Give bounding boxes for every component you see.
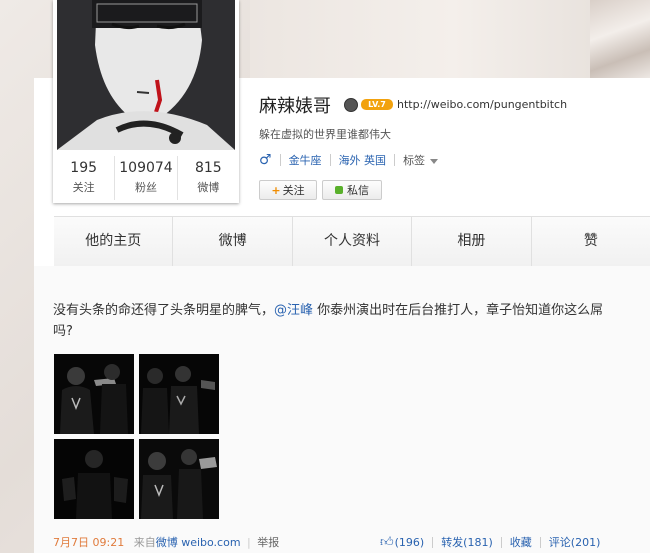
mention-link[interactable]: @汪峰 xyxy=(274,303,313,318)
message-icon xyxy=(335,186,343,194)
tab-profile-info[interactable]: 个人资料 xyxy=(292,217,413,266)
divider xyxy=(279,154,281,166)
profile-url-link[interactable]: http://weibo.com/pungentbitch xyxy=(397,98,567,111)
tags-label: 标签 xyxy=(403,154,426,167)
divider xyxy=(432,536,434,548)
verified-icon[interactable] xyxy=(344,98,358,112)
tags-dropdown[interactable]: 标签 xyxy=(403,152,439,168)
plus-icon: + xyxy=(271,183,281,197)
profile-name: 麻辣婊哥 xyxy=(259,96,331,117)
source-link[interactable]: 微博 weibo.com xyxy=(156,536,241,549)
male-icon: ♂ xyxy=(259,152,272,168)
post-text: 没有头条的命还得了头条明星的脾气，@汪峰 你泰州演出时在后台推打人，章子怡知道你… xyxy=(53,300,623,342)
post-actions: 👍︎(196) 转发(181) 收藏 评论(201) xyxy=(380,534,600,550)
tab-home[interactable]: 他的主页 xyxy=(54,217,174,266)
tab-likes[interactable]: 赞 xyxy=(531,217,650,266)
like-count: (196) xyxy=(394,535,425,549)
level-badge[interactable]: LV.7 xyxy=(361,99,393,110)
post-image-4[interactable] xyxy=(139,439,219,519)
repost-button[interactable]: 转发(181) xyxy=(441,534,493,550)
divider xyxy=(329,154,331,166)
photo-content xyxy=(139,439,219,519)
profile-meta: ♂ 金牛座 海外 英国 标签 xyxy=(259,152,439,168)
source-prefix: 来自 xyxy=(133,536,156,549)
divider: | xyxy=(247,536,251,549)
favorite-button[interactable]: 收藏 xyxy=(510,534,532,550)
stat-label: 微博 xyxy=(197,181,220,194)
stat-label: 粉丝 xyxy=(134,181,157,194)
cover-decoration xyxy=(590,0,650,80)
post-image-1[interactable] xyxy=(54,354,134,434)
avatar[interactable] xyxy=(57,0,235,150)
follow-button[interactable]: + 关注 xyxy=(259,180,317,200)
stat-following[interactable]: 195 关注 xyxy=(53,156,116,200)
stat-posts[interactable]: 815 微博 xyxy=(178,156,239,200)
post-meta: 7月7日 09:21 来自微博 weibo.com | 举报 xyxy=(53,534,279,550)
profile-bio: 躲在虚拟的世界里谁都伟大 xyxy=(259,128,391,141)
tab-album[interactable]: 相册 xyxy=(412,217,532,266)
post-date[interactable]: 7月7日 09:21 xyxy=(53,536,124,549)
zodiac-link[interactable]: 金牛座 xyxy=(289,152,322,168)
message-button[interactable]: 私信 xyxy=(322,180,382,200)
stat-value: 815 xyxy=(194,160,222,176)
report-link[interactable]: 举报 xyxy=(257,536,279,549)
cover-highlight xyxy=(250,0,590,80)
avatar-illustration xyxy=(57,0,235,150)
stat-label: 关注 xyxy=(72,181,95,194)
divider xyxy=(539,536,541,548)
chevron-down-icon xyxy=(430,158,439,164)
photo-content xyxy=(54,439,134,519)
divider xyxy=(500,536,502,548)
follow-label: 关注 xyxy=(282,184,305,197)
avatar-card: 195 关注 109074 粉丝 815 微博 xyxy=(53,0,239,203)
divider xyxy=(394,154,396,166)
post-image-3[interactable] xyxy=(54,439,134,519)
photo-content xyxy=(139,354,219,434)
post-text-part: 没有头条的命还得了头条明星的脾气， xyxy=(53,303,275,318)
thumbs-up-icon: 👍︎ xyxy=(380,534,394,550)
like-button[interactable]: 👍︎(196) xyxy=(380,535,424,550)
profile-tabs: 他的主页 微博 个人资料 相册 赞 xyxy=(54,216,650,267)
post-image-2[interactable] xyxy=(139,354,219,434)
message-label: 私信 xyxy=(347,184,369,197)
location-link[interactable]: 海外 英国 xyxy=(339,152,387,168)
stat-value: 195 xyxy=(70,160,98,176)
photo-content xyxy=(54,354,134,434)
comment-button[interactable]: 评论(201) xyxy=(549,534,601,550)
tab-weibo[interactable]: 微博 xyxy=(173,217,293,266)
stats-row: 195 关注 109074 粉丝 815 微博 xyxy=(53,156,239,200)
stat-value: 109074 xyxy=(119,160,173,176)
stat-followers[interactable]: 109074 粉丝 xyxy=(115,156,178,200)
